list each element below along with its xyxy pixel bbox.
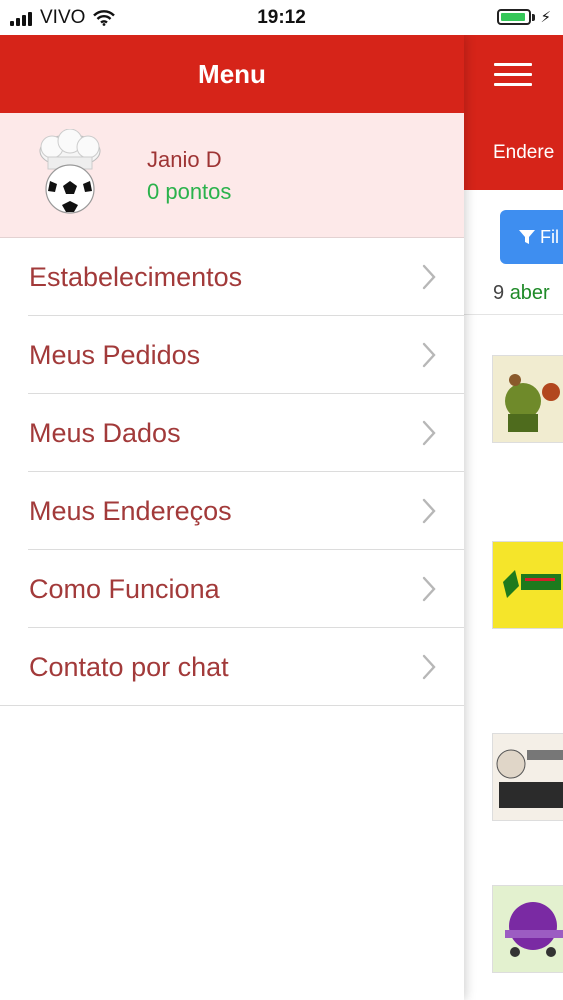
menu-item-meus-pedidos[interactable]: Meus Pedidos — [0, 316, 464, 394]
menu-item-estabelecimentos[interactable]: Estabelecimentos — [0, 238, 464, 316]
drawer-title: Menu — [198, 58, 266, 89]
establishment-thumbnail[interactable] — [492, 733, 563, 821]
open-count-number: 9 — [493, 282, 505, 304]
open-count-text: 9 aber — [493, 282, 550, 305]
funnel-icon — [519, 230, 535, 244]
profile-section[interactable]: Janio D 0 pontos — [0, 113, 464, 238]
address-label[interactable]: Endere — [493, 142, 554, 164]
page-header: Endere — [464, 35, 563, 190]
app-screen: VIVO 19:12 ⚡ Endere Fil 9 aber Menu Jani… — [0, 0, 563, 1000]
status-bar: VIVO 19:12 ⚡ — [0, 0, 563, 35]
filter-button-label: Fil — [540, 226, 559, 247]
menu-item-contato-por-chat[interactable]: Contato por chat — [0, 628, 464, 706]
chevron-right-icon — [422, 498, 436, 524]
side-drawer: Menu Janio D 0 pontos Estabelecimentos M… — [0, 35, 464, 1000]
establishment-logo-4 — [493, 886, 563, 972]
menu-item-label: Como Funciona — [29, 574, 220, 604]
chevron-right-icon — [422, 654, 436, 680]
menu-item-label: Meus Dados — [29, 418, 181, 448]
menu-item-meus-dados[interactable]: Meus Dados — [0, 394, 464, 472]
filter-button[interactable]: Fil — [500, 210, 563, 264]
establishment-thumbnail[interactable] — [492, 541, 563, 629]
establishment-logo-2 — [493, 542, 563, 628]
charging-icon: ⚡ — [540, 9, 551, 26]
chevron-right-icon — [422, 576, 436, 602]
background-page: Endere Fil 9 aber — [464, 35, 563, 1000]
status-time: 19:12 — [257, 7, 306, 28]
establishment-thumbnail[interactable] — [492, 885, 563, 973]
menu-item-label: Contato por chat — [29, 652, 229, 682]
chevron-right-icon — [422, 342, 436, 368]
menu-item-label: Estabelecimentos — [29, 262, 243, 292]
chevron-right-icon — [422, 264, 436, 290]
drawer-header: Menu — [0, 35, 464, 113]
menu-item-label: Meus Pedidos — [29, 340, 201, 370]
divider — [464, 314, 563, 315]
battery-nub — [532, 13, 536, 21]
chevron-right-icon — [422, 420, 436, 446]
establishment-thumbnail[interactable] — [492, 355, 563, 443]
establishment-logo-1 — [493, 356, 563, 442]
establishment-logo-3 — [493, 734, 563, 820]
menu-item-label: Meus Endereços — [29, 496, 232, 526]
open-count-word: aber — [509, 282, 550, 304]
status-right: ⚡ — [497, 8, 551, 26]
profile-name: Janio D — [147, 147, 222, 172]
menu-item-meus-enderecos[interactable]: Meus Endereços — [0, 472, 464, 550]
chef-hat-soccer-ball-avatar — [39, 129, 101, 214]
profile-points: 0 pontos — [147, 179, 232, 204]
drawer-menu: Estabelecimentos Meus Pedidos Meus Dados… — [0, 238, 464, 706]
menu-item-como-funciona[interactable]: Como Funciona — [0, 550, 464, 628]
battery-icon — [497, 9, 532, 25]
hamburger-menu-icon[interactable] — [494, 63, 532, 87]
